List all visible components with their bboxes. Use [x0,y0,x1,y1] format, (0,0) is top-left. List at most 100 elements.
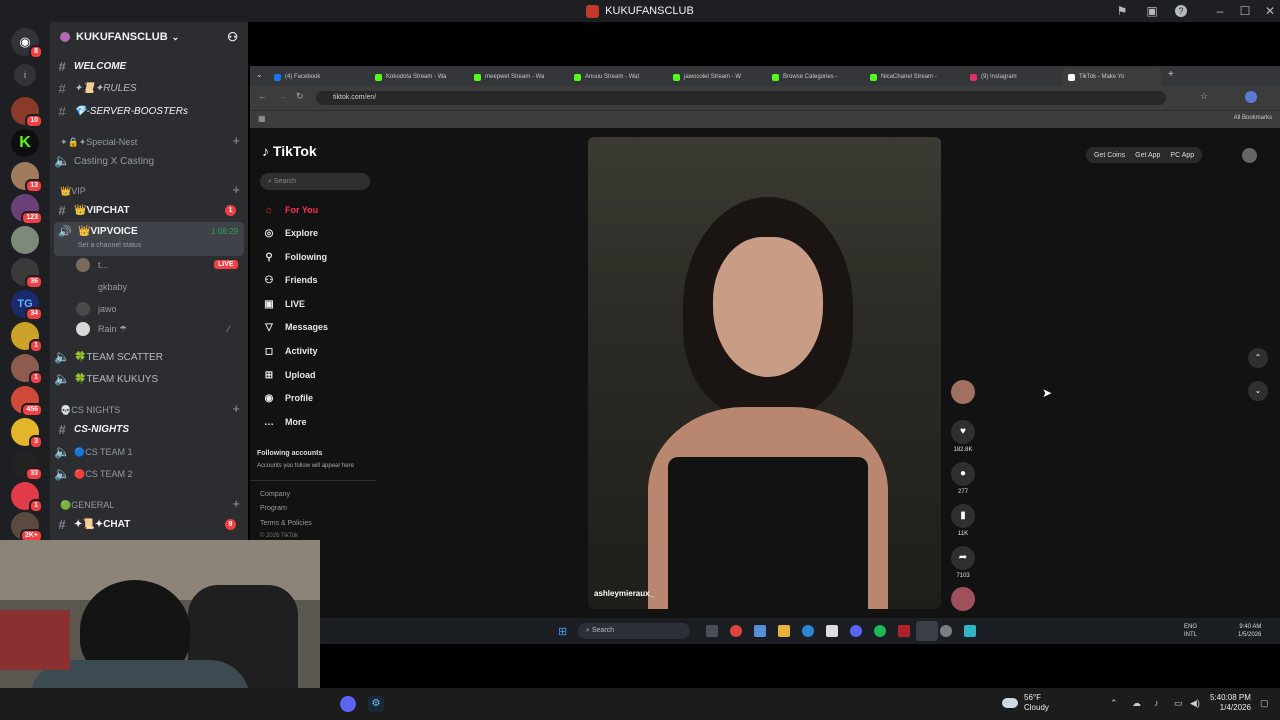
discord-home-icon[interactable]: ◉ 8 [11,28,43,59]
chrome-icon[interactable] [730,625,742,637]
profile-avatar[interactable] [1245,91,1257,103]
clock[interactable]: 5:40:08 PM 1/4/2026 [1210,693,1251,713]
server-icon[interactable]: 2K+ [11,512,43,543]
browser-tab[interactable]: Browse Categories - [772,69,837,85]
server-icon[interactable] [11,226,39,254]
server-icon[interactable]: TG 34 [11,290,43,321]
nav-profile[interactable]: ◉ Profile [262,389,313,407]
maximize-button[interactable]: ☐ [1237,3,1253,19]
get-app-button[interactable]: Get App [1135,152,1160,159]
voice-channel-cs-team-1[interactable]: 🔈 🔵CS TEAM 1 [54,442,244,462]
add-channel-icon[interactable]: + [232,496,240,511]
weather[interactable]: 56°F Cloudy [1024,693,1049,713]
file-explorer-icon[interactable] [778,625,790,637]
server-header[interactable]: KUKUFANSCLUB ⌄ ⚇ [50,22,248,52]
browser-tab[interactable]: meepwet Stream - Wa [474,69,544,85]
category-general[interactable]: 🟢GENERAL [60,500,114,511]
url-input[interactable]: tiktok.com/en/ [316,91,1166,105]
save-button[interactable]: ▮ 11K [951,504,975,537]
comment-button[interactable]: ● 277 [951,462,975,495]
task-view-icon[interactable] [706,625,718,637]
close-button[interactable]: ✕ [1262,3,1278,19]
channel-server-boosters[interactable]: # 💎-SERVER-BOOSTERs [54,101,244,121]
app-icon[interactable] [940,625,952,637]
nav-messages[interactable]: ▽ Messages [262,318,328,336]
scroll-down-icon[interactable]: ⌄ [1248,381,1268,401]
store-icon[interactable] [826,625,838,637]
voice-user[interactable]: Rain ☂ [76,320,127,338]
discord-icon[interactable] [850,625,862,637]
voice-user[interactable]: t... [76,256,108,274]
app-icon[interactable] [964,625,976,637]
scroll-up-icon[interactable]: ⌃ [1248,348,1268,368]
nav-following[interactable]: ⚲ Following [262,248,327,266]
add-channel-icon[interactable]: + [232,401,240,416]
browser-tab[interactable]: (9) Instagram [970,69,1017,85]
steam-icon[interactable]: ⚙ [368,696,384,712]
tray-chevron-icon[interactable]: ⌃ [1110,698,1118,709]
mic-icon[interactable]: ♪ [1154,698,1159,708]
discord-icon[interactable] [340,696,356,712]
steam-icon[interactable] [916,621,938,641]
forward-icon[interactable]: → [278,91,287,101]
server-icon[interactable]: 1 [11,322,43,353]
server-info-icon[interactable]: i [14,64,36,86]
apps-grid-icon[interactable]: ▦ [258,114,266,123]
server-icon[interactable]: 10 [11,97,43,128]
bookmark-star-icon[interactable]: ☆ [1200,91,1208,102]
all-bookmarks[interactable]: All Bookmarks [1234,115,1272,121]
add-channel-icon[interactable]: + [232,133,240,148]
pc-app-button[interactable]: PC App [1170,152,1194,159]
nav-upload[interactable]: ⊞ Upload [262,366,316,384]
get-coins-button[interactable]: Get Coins [1094,152,1125,159]
voice-channel-team-scatter[interactable]: 🔈 🍀TEAM SCATTER [54,347,244,367]
add-member-icon[interactable]: ⚇ [227,30,238,44]
tab-search-icon[interactable]: ⌄ [256,70,263,79]
music-disc[interactable] [951,587,975,614]
nav-more[interactable]: … More [262,413,307,431]
channel-cs-nights[interactable]: # CS-NIGHTS [54,419,244,439]
creator-avatar[interactable] [951,380,975,407]
server-icon[interactable]: 1 [11,482,43,513]
search-input[interactable]: ⌕ Search [260,173,370,190]
voice-channel-team-kukuys[interactable]: 🔈 🍀TEAM KUKUYS [54,369,244,389]
browser-tab[interactable]: Anuuu Stream - Wat [574,69,639,85]
windows-start-icon[interactable]: ⊞ [558,625,567,638]
taskbar-search[interactable]: ⌕ Search [578,623,690,639]
channel-vipchat[interactable]: # 👑VIPCHAT 1 [54,200,244,220]
edge-icon[interactable] [802,625,814,637]
category-vip[interactable]: 👑VIP [60,186,86,197]
server-icon[interactable]: 1 [11,354,43,385]
back-icon[interactable]: ← [258,91,267,101]
server-icon[interactable]: 456 [11,386,43,417]
clock[interactable]: 9:40 AM 1/5/2026 [1238,623,1261,639]
nav-live[interactable]: ▣ LIVE [262,295,305,313]
avatar[interactable] [1242,148,1257,163]
app-icon[interactable] [754,625,766,637]
inbox-flag-icon[interactable]: ⚑ [1114,3,1130,19]
voice-channel-vipvoice[interactable]: 🔊 👑VIPVOICE 1:06:29 Set a channel status [54,222,244,256]
minimize-button[interactable]: – [1212,3,1228,19]
channel-welcome[interactable]: # WELCOME [54,56,244,76]
browser-tab[interactable]: NicaChanel Stream - [870,69,937,85]
browser-tab[interactable]: jawocolet Stream - W [673,69,741,85]
tiktok-logo[interactable]: ♪ TikTok [262,143,317,159]
like-button[interactable]: ♥ 182.8K [951,420,975,453]
notifications-icon[interactable]: ▢ [1260,698,1269,709]
nav-friends[interactable]: ⚇ Friends [262,271,318,289]
browser-tab[interactable]: (4) Facebook [274,69,320,85]
server-icon[interactable]: 33 [11,450,43,481]
server-icon[interactable]: 36 [11,258,43,289]
channel-chat[interactable]: # ✦📜✦CHAT 9 [54,514,244,534]
app-icon[interactable] [898,625,910,637]
voice-user[interactable]: jawo [76,300,117,318]
footer-company[interactable]: Company [260,491,290,498]
server-icon[interactable]: 13 [11,162,43,193]
nav-for-you[interactable]: ⌂ For You [262,201,318,219]
voice-user[interactable]: gkbaby [76,278,127,296]
voice-channel-cs-team-2[interactable]: 🔈 🔴CS TEAM 2 [54,464,244,484]
browser-tab-active[interactable]: TikTok - Make Yo [1062,68,1162,86]
footer-program[interactable]: Program [260,505,287,512]
video-username[interactable]: ashleymieraux_ [594,589,654,598]
share-button[interactable]: ➦ 7103 [951,546,975,579]
